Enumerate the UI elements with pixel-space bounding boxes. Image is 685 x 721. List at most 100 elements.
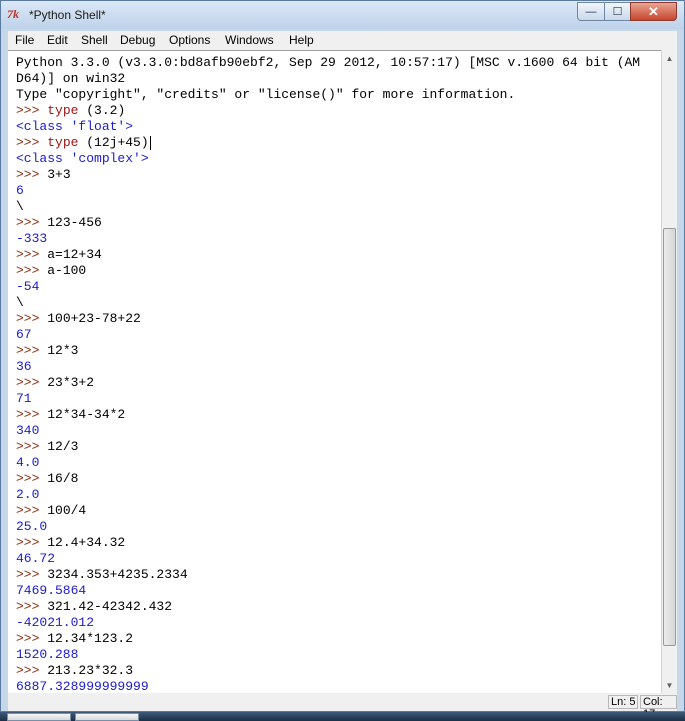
result-text: -54 [16, 279, 40, 294]
result-text: 7469.5864 [16, 583, 87, 598]
shell-line: >>> a=12+34 [16, 247, 102, 263]
command-text: 321.42-42342.432 [47, 599, 173, 614]
command-text: a=12+34 [47, 247, 102, 262]
prompt-marker: >>> [16, 631, 48, 646]
shell-line: >>> type (3.2) [16, 103, 125, 119]
window-title: *Python Shell* [29, 8, 106, 22]
prompt-marker: >>> [16, 535, 48, 550]
shell-line: D64)] on win32 [16, 71, 125, 87]
command-text: 213.23*32.3 [47, 663, 134, 678]
shell-line: >>> 12/3 [16, 439, 78, 455]
command-text: 3+3 [47, 167, 71, 182]
scrollbar-thumb[interactable] [663, 228, 676, 646]
shell-line: 71 [16, 391, 32, 407]
prompt-marker: >>> [16, 311, 48, 326]
taskbar-button[interactable] [75, 713, 139, 721]
shell-line: -42021.012 [16, 615, 94, 631]
command-text: 3234.353+4235.2334 [47, 567, 188, 582]
shell-line: 46.72 [16, 551, 55, 567]
shell-line: >>> 3+3 [16, 167, 71, 183]
result-text: 46.72 [16, 551, 56, 566]
shell-line: 7469.5864 [16, 583, 86, 599]
command-text: 23*3+2 [47, 375, 95, 390]
shell-line: 340 [16, 423, 39, 439]
taskbar [0, 712, 685, 721]
command-text: 12.4+34.32 [47, 535, 126, 550]
command-text: 100/4 [47, 503, 87, 518]
command-text: 12.34*123.2 [47, 631, 134, 646]
prompt-marker: >>> [16, 375, 48, 390]
shell-line: >>> 321.42-42342.432 [16, 599, 172, 615]
shell-line: \ [16, 295, 24, 311]
shell-line: >>> 213.23*32.3 [16, 663, 133, 679]
shell-line: -54 [16, 279, 39, 295]
command-text: (12j+45) [78, 135, 149, 150]
shell-line: 6887.328999999999 [16, 679, 149, 693]
prompt-marker: >>> [16, 471, 48, 486]
builtin-keyword: type [47, 135, 79, 150]
menu-bar: File Edit Shell Debug Options Windows He… [8, 31, 677, 50]
shell-line: <class 'float'> [16, 119, 133, 135]
text-cursor [149, 135, 151, 150]
result-text: 340 [16, 423, 40, 438]
stdout-text: \ [16, 199, 24, 214]
command-text: (3.2) [78, 103, 126, 118]
scroll-down-arrow-icon[interactable]: ▼ [662, 677, 677, 693]
stdout-text: Python 3.3.0 (v3.3.0:bd8afb90ebf2, Sep 2… [16, 55, 641, 70]
shell-line: 4.0 [16, 455, 39, 471]
taskbar-button[interactable] [7, 713, 71, 721]
shell-line: Python 3.3.0 (v3.3.0:bd8afb90ebf2, Sep 2… [16, 55, 640, 71]
result-text: 1520.288 [16, 647, 79, 662]
result-text: 6887.328999999999 [16, 679, 149, 693]
shell-line: 6 [16, 183, 24, 199]
shell-line: 25.0 [16, 519, 47, 535]
close-button[interactable]: ✕ [630, 2, 677, 21]
python-shell-window: 7k *Python Shell* — ☐ ✕ File Edit Shell … [0, 0, 685, 720]
shell-line: 67 [16, 327, 32, 343]
shell-line: >>> 12*3 [16, 343, 78, 359]
menu-options[interactable]: Options [169, 33, 210, 47]
prompt-marker: >>> [16, 343, 48, 358]
shell-line: 1520.288 [16, 647, 78, 663]
stdout-text: \ [16, 295, 24, 310]
result-text: 25.0 [16, 519, 48, 534]
status-bar: Ln: 5 Col: 17 [8, 693, 677, 720]
shell-line: -333 [16, 231, 47, 247]
result-text: 36 [16, 359, 32, 374]
shell-line: >>> 12*34-34*2 [16, 407, 125, 423]
title-bar[interactable]: 7k *Python Shell* — ☐ ✕ [1, 1, 684, 29]
vertical-scrollbar[interactable]: ▲ ▼ [661, 50, 677, 693]
scroll-up-arrow-icon[interactable]: ▲ [662, 50, 677, 66]
menu-edit[interactable]: Edit [47, 33, 68, 47]
menu-debug[interactable]: Debug [120, 33, 155, 47]
result-text: -333 [16, 231, 48, 246]
shell-line: >>> 12.4+34.32 [16, 535, 125, 551]
result-text: 67 [16, 327, 32, 342]
prompt-marker: >>> [16, 103, 48, 118]
result-text: 6 [16, 183, 24, 198]
shell-text-area[interactable]: Python 3.3.0 (v3.3.0:bd8afb90ebf2, Sep 2… [8, 50, 661, 693]
result-text: -42021.012 [16, 615, 95, 630]
prompt-marker: >>> [16, 567, 48, 582]
shell-line: >>> 16/8 [16, 471, 78, 487]
shell-line: >>> 100+23-78+22 [16, 311, 141, 327]
prompt-marker: >>> [16, 215, 48, 230]
shell-line: 2.0 [16, 487, 39, 503]
shell-line: Type "copyright", "credits" or "license(… [16, 87, 515, 103]
menu-help[interactable]: Help [289, 33, 314, 47]
minimize-button[interactable]: — [577, 2, 605, 21]
prompt-marker: >>> [16, 599, 48, 614]
prompt-marker: >>> [16, 167, 48, 182]
shell-line: >>> type (12j+45) [16, 135, 151, 151]
command-text: 123-456 [47, 215, 102, 230]
menu-shell[interactable]: Shell [81, 33, 108, 47]
command-text: 100+23-78+22 [47, 311, 141, 326]
prompt-marker: >>> [16, 247, 48, 262]
command-text: 12*3 [47, 343, 79, 358]
shell-line: 36 [16, 359, 32, 375]
status-line-number: Ln: 5 [608, 695, 639, 709]
menu-windows[interactable]: Windows [225, 33, 274, 47]
menu-file[interactable]: File [15, 33, 34, 47]
maximize-button[interactable]: ☐ [604, 2, 631, 21]
shell-line: >>> 3234.353+4235.2334 [16, 567, 188, 583]
